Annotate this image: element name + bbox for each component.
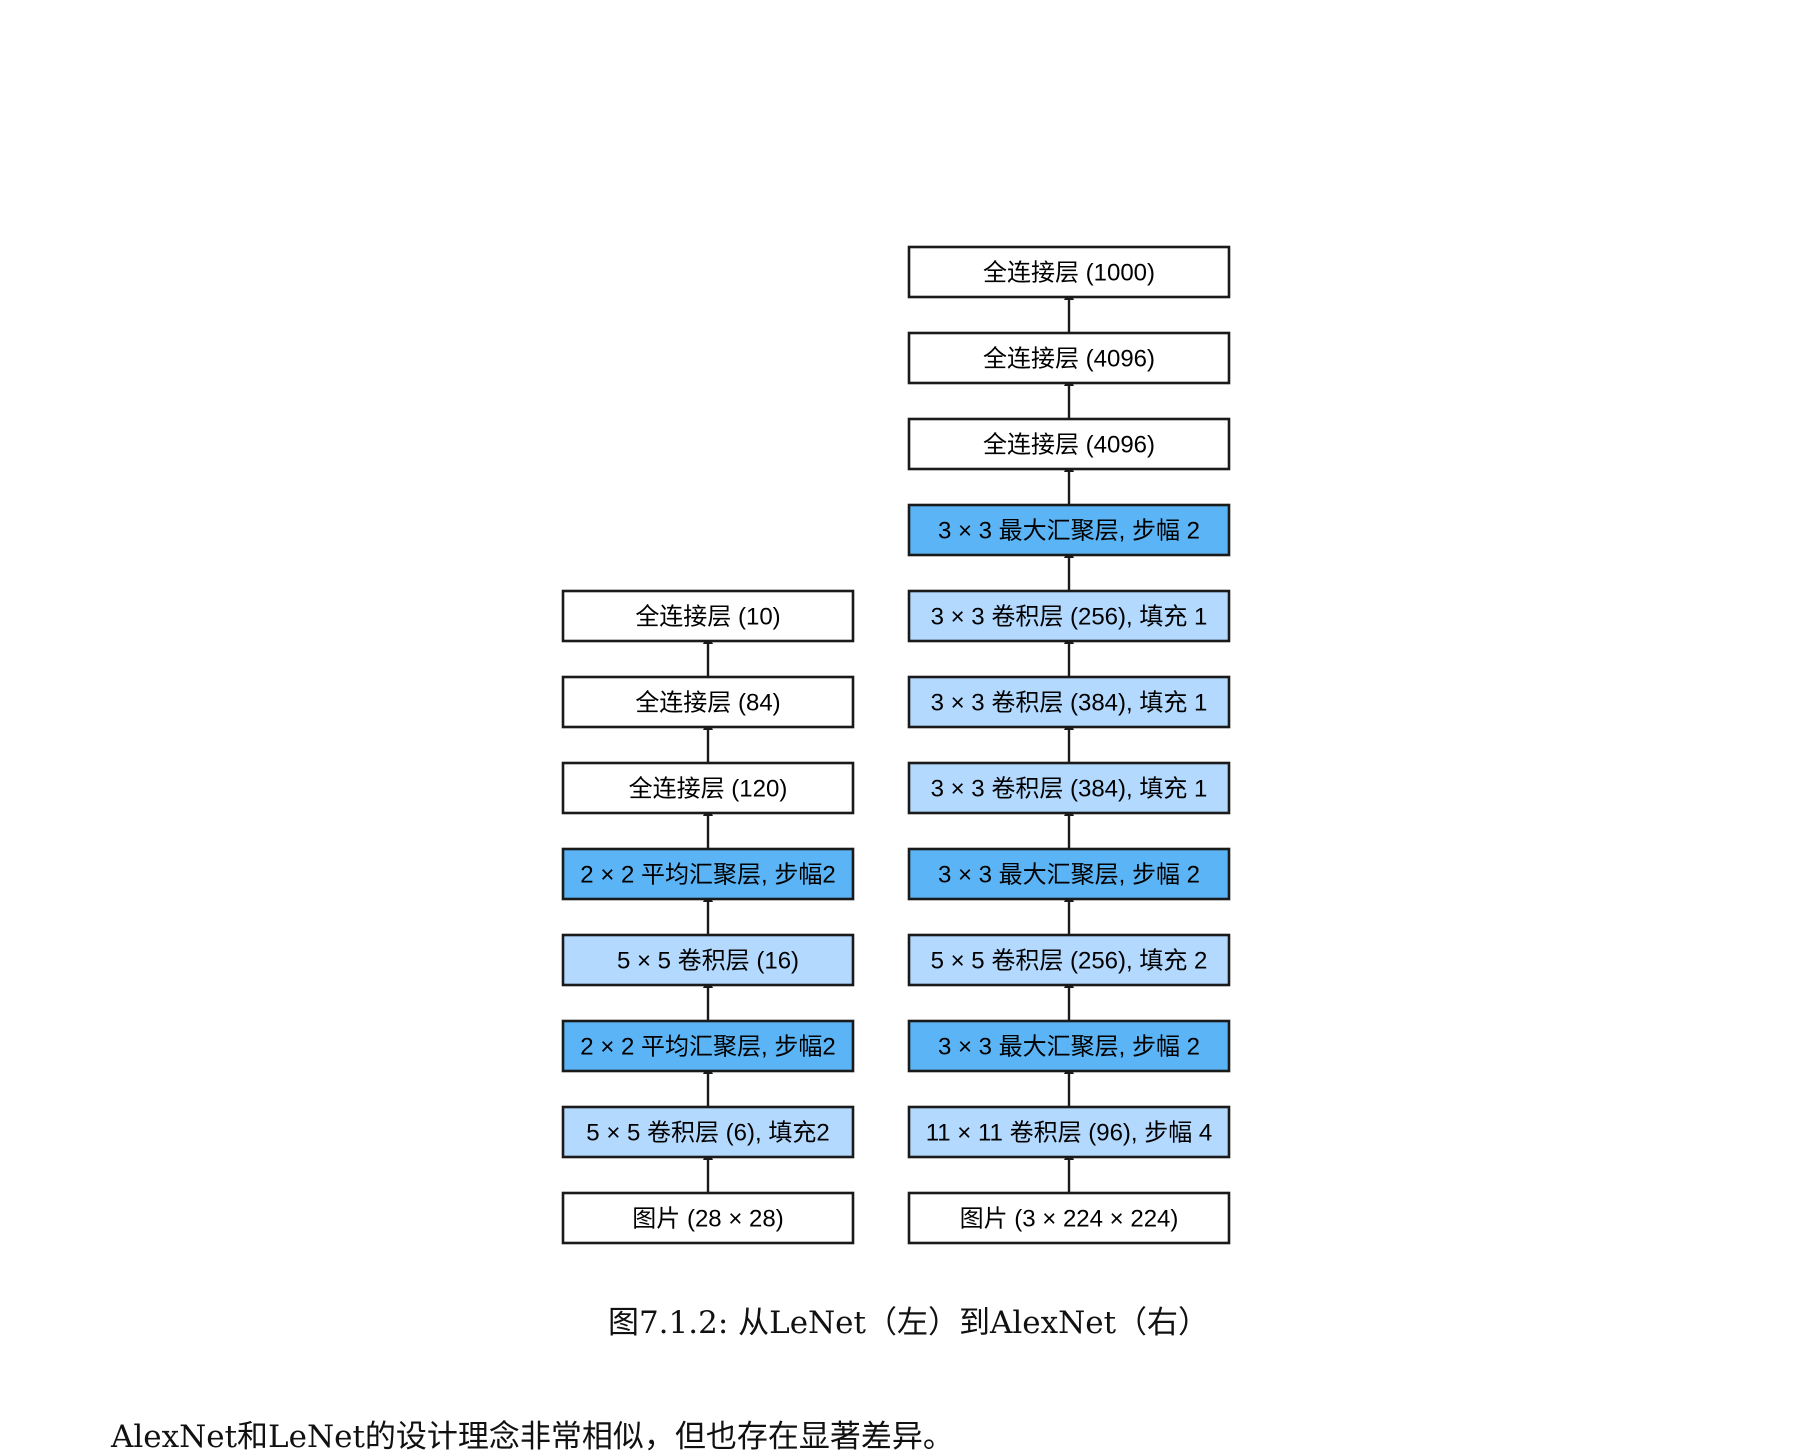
lenet-layer-label-4: 2 × 2 平均汇聚层, 步幅2 xyxy=(580,862,835,889)
lenet-layer-label-3: 5 × 5 卷积层 (16) xyxy=(617,948,799,975)
lenet-layer-label-6: 全连接层 (84) xyxy=(635,690,780,717)
lenet-layer-label-7: 全连接层 (10) xyxy=(635,604,780,631)
alexnet-layer-label-10: 全连接层 (4096) xyxy=(983,346,1155,373)
alexnet-layer-label-0: 图片 (3 × 224 × 224) xyxy=(960,1206,1179,1233)
alexnet-layer-label-9: 全连接层 (4096) xyxy=(983,432,1155,459)
alexnet-layer-label-5: 3 × 3 卷积层 (384), 填充 1 xyxy=(931,776,1208,803)
lenet-column: 图片 (28 × 28) 5 × 5 卷积层 (6), 填充2 2 × 2 平均汇聚… xyxy=(561,589,855,1245)
network-diagram: 图片 (28 × 28) 5 × 5 卷积层 (6), 填充2 2 × 2 平均汇聚… xyxy=(561,245,1231,1245)
body-paragraph: AlexNet和LeNet的设计理念非常相似，但也存在显著差异。 xyxy=(111,1419,954,1455)
alexnet-column: 图片 (3 × 224 × 224) 11 × 11 卷积层 (96), 步幅 4… xyxy=(907,245,1231,1245)
alexnet-layer-label-8: 3 × 3 最大汇聚层, 步幅 2 xyxy=(938,518,1200,545)
alexnet-layer-label-4: 3 × 3 最大汇聚层, 步幅 2 xyxy=(938,862,1200,889)
lenet-layer-label-0: 图片 (28 × 28) xyxy=(632,1206,783,1233)
figure-caption: 图7.1.2: 从LeNet（左）到AlexNet（右） xyxy=(607,1305,1210,1341)
lenet-layer-label-5: 全连接层 (120) xyxy=(629,776,788,803)
lenet-layer-label-2: 2 × 2 平均汇聚层, 步幅2 xyxy=(580,1034,835,1061)
alexnet-layer-label-11: 全连接层 (1000) xyxy=(983,260,1155,287)
alexnet-layer-label-6: 3 × 3 卷积层 (384), 填充 1 xyxy=(931,690,1208,717)
alexnet-layer-label-1: 11 × 11 卷积层 (96), 步幅 4 xyxy=(926,1120,1213,1147)
alexnet-layer-label-2: 3 × 3 最大汇聚层, 步幅 2 xyxy=(938,1034,1200,1061)
alexnet-layer-label-7: 3 × 3 卷积层 (256), 填充 1 xyxy=(931,604,1208,631)
alexnet-layer-label-3: 5 × 5 卷积层 (256), 填充 2 xyxy=(931,948,1208,975)
lenet-layer-label-1: 5 × 5 卷积层 (6), 填充2 xyxy=(586,1120,829,1147)
